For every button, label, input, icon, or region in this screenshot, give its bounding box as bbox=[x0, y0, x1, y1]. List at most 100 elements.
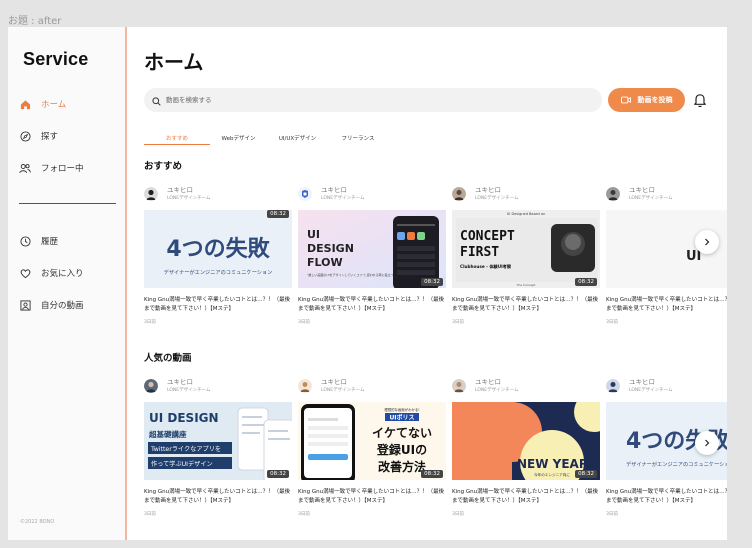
users-icon bbox=[19, 162, 31, 174]
author: ユキヒロ LONEデザインチーム bbox=[298, 377, 364, 395]
video-title[interactable]: King Gnu満場一致で早く卒業したいコトとは…？！（最後まで動画を見て下さい… bbox=[606, 488, 727, 506]
avatar bbox=[144, 187, 158, 201]
sidebar-item-label: お気に入り bbox=[41, 269, 84, 279]
post-video-button[interactable]: 動画を投稿 bbox=[608, 88, 685, 112]
thumb-text-sub: Clubhouse - 体験UI考察 bbox=[460, 263, 512, 270]
carousel-next-button[interactable] bbox=[695, 230, 719, 254]
author-team: LONEデザインチーム bbox=[475, 388, 519, 393]
section-title-popular: 人気の動画 bbox=[144, 353, 192, 364]
category-tabs: おすすめ Webデザイン UI/UXデザイン フリーランス bbox=[144, 131, 388, 145]
chevron-right-icon bbox=[705, 238, 710, 246]
video-title[interactable]: King Gnu満場一致で早く卒業したいコトとは…？！（最後まで動画を見て下さい… bbox=[144, 488, 292, 506]
duration-badge: 08:32 bbox=[575, 278, 597, 286]
sidebar-item-explore[interactable]: 探す bbox=[19, 126, 119, 146]
author-name: ユキヒロ bbox=[321, 186, 347, 194]
author-name: ユキヒロ bbox=[321, 378, 347, 386]
author: ユキヒロ LONEデザインチーム bbox=[298, 185, 364, 203]
video-card[interactable]: ユキヒロ LONEデザインチーム UI DESIGN 超基礎講座 Twitter… bbox=[144, 377, 292, 527]
section-title-recommended: おすすめ bbox=[144, 161, 183, 172]
thumb-text-line: イケてない bbox=[372, 426, 432, 440]
thumb-text-line: FLOW bbox=[307, 256, 343, 269]
tab-web-design[interactable]: Webデザイン bbox=[210, 131, 267, 145]
video-date: 3日前 bbox=[144, 320, 156, 325]
video-thumbnail[interactable]: UI DESIGN FLOW "誰しい画面のUIをデザインしていくコツ"と思われ… bbox=[298, 210, 446, 288]
thumb-text-line: 超基礎講座 bbox=[148, 429, 187, 439]
sidebar-item-my-videos[interactable]: 自分の動画 bbox=[19, 295, 119, 315]
sidebar-item-following[interactable]: フォロー中 bbox=[19, 158, 119, 178]
compass-icon bbox=[19, 130, 31, 142]
profile-video-icon bbox=[19, 299, 31, 311]
video-title[interactable]: King Gnu満場一致で早く卒業したいコトとは…？！（最後まで動画を見て下さい… bbox=[606, 296, 727, 314]
author: ユキヒロ LONEデザインチーム bbox=[144, 377, 210, 395]
author-name: ユキヒロ bbox=[167, 378, 193, 386]
author-team: LONEデザインチーム bbox=[629, 388, 673, 393]
clock-icon bbox=[19, 235, 31, 247]
video-row-popular: ユキヒロ LONEデザインチーム UI DESIGN 超基礎講座 Twitter… bbox=[144, 377, 727, 527]
thumb-text-big: 4つの失敗 bbox=[166, 237, 270, 262]
post-video-label: 動画を投稿 bbox=[637, 97, 673, 104]
avatar bbox=[606, 187, 620, 201]
avatar bbox=[298, 379, 312, 393]
notification-bell-icon[interactable] bbox=[693, 92, 707, 108]
author-name: ユキヒロ bbox=[475, 378, 501, 386]
sidebar-item-label: 履歴 bbox=[41, 237, 59, 247]
sidebar-item-label: フォロー中 bbox=[41, 164, 84, 174]
video-card[interactable]: ユキヒロ LONEデザインチーム 4つの失敗 デザイナーがエンジニアのコミュニケ… bbox=[144, 185, 292, 335]
search-input[interactable] bbox=[166, 96, 566, 104]
tab-freelance[interactable]: フリーランス bbox=[328, 131, 388, 145]
thumb-text-sub: デザイナーがエンジニアのコミュニケーション bbox=[164, 268, 273, 276]
thumb-text-line: UI bbox=[307, 228, 320, 241]
video-card[interactable]: ユキヒロ LONEデザインチーム UI King Gnu満場一致で早く卒業したい… bbox=[606, 185, 727, 335]
thumb-text-big: NEW YEAR bbox=[517, 457, 588, 471]
video-thumbnail[interactable]: UI DESIGN 超基礎講座 Twitterライクなアプリを 作って学ぶUIデ… bbox=[144, 402, 292, 480]
author-name: ユキヒロ bbox=[475, 186, 501, 194]
search-bar[interactable] bbox=[144, 88, 602, 112]
tab-recommended[interactable]: おすすめ bbox=[144, 131, 210, 145]
video-date: 3日前 bbox=[606, 512, 618, 517]
video-thumbnail[interactable]: NEW YEAR 今年のエンジニア向に 08:32 bbox=[452, 402, 600, 480]
author: ユキヒロ LONEデザインチーム bbox=[606, 185, 672, 203]
sidebar-item-favorites[interactable]: お気に入り bbox=[19, 263, 119, 283]
avatar bbox=[144, 379, 158, 393]
video-date: 3日前 bbox=[606, 320, 618, 325]
author-team: LONEデザインチーム bbox=[321, 196, 365, 201]
video-date: 3日前 bbox=[452, 512, 464, 517]
video-title[interactable]: King Gnu満場一致で早く卒業したいコトとは…？！（最後まで動画を見て下さい… bbox=[452, 488, 600, 506]
heart-icon bbox=[19, 267, 31, 279]
thumb-text-line: CONCEPT bbox=[460, 229, 515, 244]
video-card[interactable]: ユキヒロ LONEデザインチーム NEW YEAR 今年のエンジニア向に 08:… bbox=[452, 377, 600, 527]
avatar bbox=[452, 187, 466, 201]
video-thumbnail[interactable]: UI Designed Based on CONCEPT FIRST Clubh… bbox=[452, 210, 600, 288]
carousel-next-button[interactable] bbox=[695, 431, 719, 455]
video-date: 3日前 bbox=[298, 320, 310, 325]
video-card[interactable]: ユキヒロ LONEデザインチーム UI Designed Based on CO… bbox=[452, 185, 600, 335]
video-card[interactable]: ユキヒロ LONEデザインチーム UI DESIGN FLOW "誰しい画面のU… bbox=[298, 185, 446, 335]
video-title[interactable]: King Gnu満場一致で早く卒業したいコトとは…？！（最後まで動画を見て下さい… bbox=[298, 296, 446, 314]
video-title[interactable]: King Gnu満場一致で早く卒業したいコトとは…？！（最後まで動画を見て下さい… bbox=[144, 296, 292, 314]
chevron-right-icon bbox=[705, 439, 710, 447]
author: ユキヒロ LONEデザインチーム bbox=[452, 377, 518, 395]
author: ユキヒロ LONEデザインチーム bbox=[452, 185, 518, 203]
sidebar-item-history[interactable]: 履歴 bbox=[19, 231, 119, 251]
author-name: ユキヒロ bbox=[167, 186, 193, 194]
video-row-recommended: ユキヒロ LONEデザインチーム 4つの失敗 デザイナーがエンジニアのコミュニケ… bbox=[144, 185, 727, 335]
avatar bbox=[452, 379, 466, 393]
canvas-label: お題 : after bbox=[8, 16, 62, 27]
video-thumbnail[interactable]: 4つの失敗 デザイナーがエンジニアのコミュニケーション 08:32 bbox=[144, 210, 292, 288]
main-content: ホーム 動画を投稿 おすすめ Webデザイン UI/UXデザイン フリーランス … bbox=[129, 27, 727, 540]
author-name: ユキヒロ bbox=[629, 186, 655, 194]
video-card[interactable]: ユキヒロ LONEデザインチーム 理想的な画面がわかる! UIポリス イケてない… bbox=[298, 377, 446, 527]
thumb-text-line: DESIGN bbox=[307, 242, 354, 255]
video-title[interactable]: King Gnu満場一致で早く卒業したいコトとは…？！（最後まで動画を見て下さい… bbox=[452, 296, 600, 314]
tab-ui-ux-design[interactable]: UI/UXデザイン bbox=[267, 131, 328, 145]
author-team: LONEデザインチーム bbox=[475, 196, 519, 201]
video-camera-icon bbox=[620, 96, 631, 104]
video-title[interactable]: King Gnu満場一致で早く卒業したいコトとは…？！（最後まで動画を見て下さい… bbox=[298, 488, 446, 506]
page-title: ホーム bbox=[144, 50, 204, 74]
sidebar: Service ホーム 探す フォロー中 履歴 お気に入り 自分の動画 ©202… bbox=[8, 27, 127, 540]
author: ユキヒロ LONEデザインチーム bbox=[606, 377, 672, 395]
thumb-text-sub: デザイナーがエンジニアのコミュニケーション bbox=[626, 460, 727, 468]
thumb-text-line: 作って学ぶUIデザイン bbox=[151, 460, 213, 468]
sidebar-item-home[interactable]: ホーム bbox=[19, 94, 119, 114]
video-thumbnail[interactable]: 理想的な画面がわかる! UIポリス イケてない 登録UIの 改善方法 08:32 bbox=[298, 402, 446, 480]
